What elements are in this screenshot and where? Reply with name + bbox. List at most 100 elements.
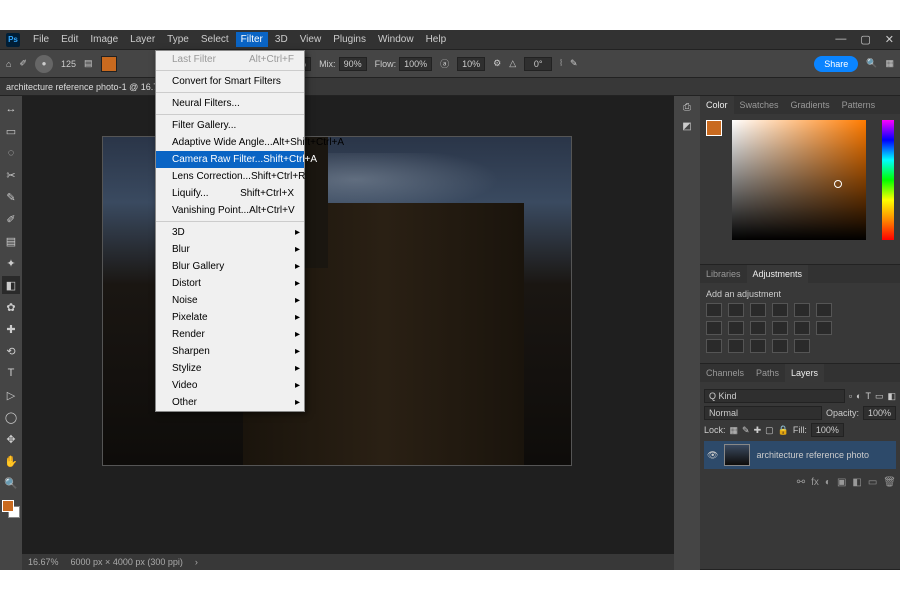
adj-posterize[interactable]	[816, 321, 832, 335]
marquee-tool[interactable]: ▭	[2, 122, 20, 140]
menu-filter[interactable]: Filter	[236, 32, 268, 47]
tab-layers[interactable]: Layers	[785, 364, 824, 382]
menu-convert-smart[interactable]: Convert for Smart Filters	[156, 73, 304, 90]
tab-libraries[interactable]: Libraries	[700, 265, 747, 283]
adj-hue[interactable]	[816, 303, 832, 317]
lock-position-icon[interactable]: ✚	[754, 425, 762, 436]
angle-value[interactable]: 0°	[524, 57, 552, 71]
layer-row[interactable]: 👁 architecture reference photo	[704, 441, 896, 469]
color-picker[interactable]	[732, 120, 866, 240]
fg-bg-swatches[interactable]	[2, 500, 20, 518]
adj-brightness[interactable]	[706, 303, 722, 317]
menu-view[interactable]: View	[295, 32, 327, 47]
tab-channels[interactable]: Channels	[700, 364, 750, 382]
tab-gradients[interactable]: Gradients	[785, 96, 836, 114]
lasso-tool[interactable]: ◌	[2, 144, 20, 162]
layer-kind-filter[interactable]: Q Kind	[704, 389, 845, 403]
menu-vanishing-point[interactable]: Vanishing Point...Alt+Ctrl+V	[156, 202, 304, 219]
adj-bw[interactable]	[706, 321, 722, 335]
submenu-3d[interactable]: 3D▸	[156, 224, 304, 241]
opacity-value[interactable]: 100%	[863, 406, 896, 420]
hand-tool[interactable]: ✋	[2, 452, 20, 470]
adj-invert[interactable]	[794, 321, 810, 335]
mixer-brush-tool[interactable]: ◧	[2, 276, 20, 294]
submenu-stylize[interactable]: Stylize▸	[156, 360, 304, 377]
frame-tool[interactable]: ▤	[2, 232, 20, 250]
submenu-distort[interactable]: Distort▸	[156, 275, 304, 292]
layer-name[interactable]: architecture reference photo	[756, 450, 869, 460]
crop-tool[interactable]: ✂	[2, 166, 20, 184]
menu-type[interactable]: Type	[162, 32, 194, 47]
brush-size[interactable]: 125	[61, 59, 76, 69]
color-swatch[interactable]	[101, 56, 117, 72]
menu-file[interactable]: File	[28, 32, 54, 47]
path-tool[interactable]: ✥	[2, 430, 20, 448]
shape-tool[interactable]: ◯	[2, 408, 20, 426]
healing-tool[interactable]: ✦	[2, 254, 20, 272]
menu-help[interactable]: Help	[421, 32, 452, 47]
search-icon[interactable]: 🔍	[866, 58, 877, 69]
move-tool[interactable]: ↔	[2, 100, 20, 118]
adj-extra1[interactable]	[772, 339, 788, 353]
document-tab[interactable]: architecture reference photo-1 @ 16.7%	[0, 78, 900, 96]
tab-patterns[interactable]: Patterns	[836, 96, 882, 114]
menu-layer[interactable]: Layer	[125, 32, 160, 47]
gradient-tool[interactable]: ⟲	[2, 342, 20, 360]
new-group-icon[interactable]: ◧	[852, 477, 861, 488]
layer-mask-icon[interactable]: ◐	[825, 477, 831, 488]
filter-pixel-icon[interactable]: ▫	[849, 391, 852, 401]
close-icon[interactable]: ✕	[885, 33, 894, 46]
lock-artboard-icon[interactable]: ▢	[765, 425, 774, 436]
adj-color-lookup[interactable]	[772, 321, 788, 335]
new-fill-icon[interactable]: ▣	[837, 477, 846, 488]
visibility-icon[interactable]: 👁	[707, 450, 718, 461]
menu-lens-correction[interactable]: Lens Correction...Shift+Ctrl+R	[156, 168, 304, 185]
airbrush-icon[interactable]: ⓐ	[440, 57, 449, 70]
wet-value[interactable]: 90%	[339, 57, 367, 71]
eraser-tool[interactable]: ✚	[2, 320, 20, 338]
flow-value[interactable]: 100%	[399, 57, 432, 71]
workspace-icon[interactable]: ▦	[885, 58, 894, 69]
menu-plugins[interactable]: Plugins	[328, 32, 371, 47]
menu-liquify[interactable]: Liquify...Shift+Ctrl+X	[156, 185, 304, 202]
zoom-tool[interactable]: 🔍	[2, 474, 20, 492]
lock-all-icon[interactable]: ▦	[730, 425, 739, 436]
adj-extra2[interactable]	[794, 339, 810, 353]
new-layer-icon[interactable]: ▭	[868, 477, 877, 488]
adj-selective-color[interactable]	[750, 339, 766, 353]
gear-icon[interactable]: ⚙	[493, 58, 501, 69]
properties-icon[interactable]: ◩	[682, 121, 691, 132]
submenu-render[interactable]: Render▸	[156, 326, 304, 343]
adj-channel-mixer[interactable]	[750, 321, 766, 335]
adj-curves[interactable]	[750, 303, 766, 317]
pressure-icon[interactable]: ✎	[570, 58, 578, 69]
tab-paths[interactable]: Paths	[750, 364, 785, 382]
layer-fx-icon[interactable]: fx	[811, 477, 819, 488]
tab-color[interactable]: Color	[700, 96, 734, 114]
menu-window[interactable]: Window	[373, 32, 419, 47]
filter-shape-icon[interactable]: ▭	[875, 391, 884, 402]
smoothing-value[interactable]: 10%	[457, 57, 485, 71]
menu-image[interactable]: Image	[85, 32, 123, 47]
adj-exposure[interactable]	[772, 303, 788, 317]
share-button[interactable]: Share	[814, 56, 858, 72]
submenu-video[interactable]: Video▸	[156, 377, 304, 394]
maximize-icon[interactable]: ▢	[860, 33, 870, 46]
type-tool[interactable]: T	[2, 364, 20, 382]
menu-adaptive-wide-angle[interactable]: Adaptive Wide Angle...Alt+Shift+Ctrl+A	[156, 134, 304, 151]
menu-camera-raw-filter[interactable]: Camera Raw Filter...Shift+Ctrl+A	[156, 151, 304, 168]
minimize-icon[interactable]: —	[835, 33, 846, 46]
submenu-pixelate[interactable]: Pixelate▸	[156, 309, 304, 326]
tab-swatches[interactable]: Swatches	[734, 96, 785, 114]
symmetry-icon[interactable]: ⦚	[560, 58, 562, 69]
filter-smart-icon[interactable]: ◧	[887, 391, 896, 402]
menu-3d[interactable]: 3D	[270, 32, 293, 47]
menu-select[interactable]: Select	[196, 32, 234, 47]
clone-tool[interactable]: ✿	[2, 298, 20, 316]
hue-slider[interactable]	[882, 120, 894, 240]
submenu-other[interactable]: Other▸	[156, 394, 304, 411]
filter-adjust-icon[interactable]: ◐	[856, 391, 861, 401]
filter-type-icon[interactable]: T	[865, 391, 871, 401]
submenu-sharpen[interactable]: Sharpen▸	[156, 343, 304, 360]
submenu-blur-gallery[interactable]: Blur Gallery▸	[156, 258, 304, 275]
